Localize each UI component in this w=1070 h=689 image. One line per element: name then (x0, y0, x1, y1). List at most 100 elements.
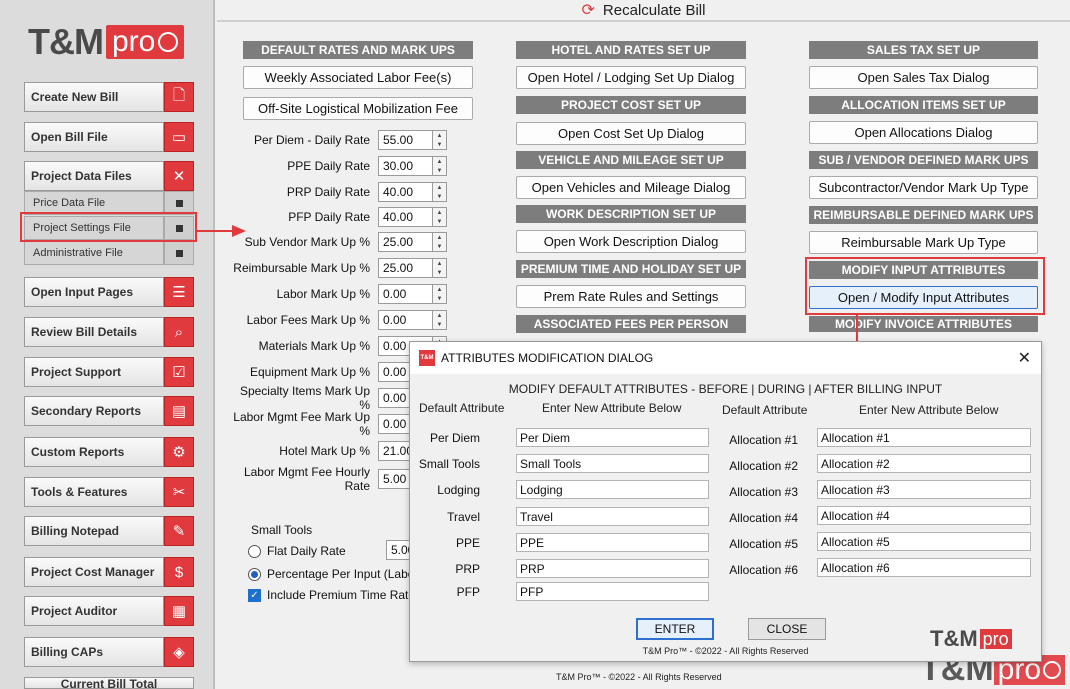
default-rates-header: DEFAULT RATES AND MARK UPS (243, 41, 473, 59)
spinner-arrows-icon[interactable]: ▲▼ (433, 130, 447, 150)
rate-row: Labor Mark Up % 0.00 ▲ ▼ (230, 284, 447, 304)
work-description-header: WORK DESCRIPTION SET UP (516, 205, 746, 223)
new-file-icon: 🗋 (164, 82, 194, 112)
rate-label: Equipment Mark Up % (249, 365, 370, 379)
secondary-reports-button[interactable]: Secondary Reports ▤ (24, 396, 194, 426)
tools-features-button[interactable]: Tools & Features ✂ (24, 477, 194, 507)
rate-label: PRP Daily Rate (286, 185, 370, 199)
flat-rate-input[interactable]: 5.00 (386, 540, 410, 560)
left-default-attribute-header: Default Attribute (419, 401, 505, 415)
rate-label: Per Diem - Daily Rate (253, 133, 370, 147)
rate-label: Labor Mgmt Fee Hourly Rate (243, 465, 370, 493)
report-icon: ▤ (164, 396, 194, 426)
allocation-label: Allocation #6 (729, 563, 798, 577)
subcontractor-markup-type-button[interactable]: Subcontractor/Vendor Mark Up Type (809, 176, 1038, 199)
open-hotel-lodging-button[interactable]: Open Hotel / Lodging Set Up Dialog (516, 66, 746, 89)
app-logo: T&M pro (28, 21, 185, 62)
custom-reports-button[interactable]: Custom Reports ⚙ (24, 437, 194, 467)
billing-caps-button[interactable]: Billing CAPs ◈ (24, 637, 194, 667)
spinner-arrows-icon[interactable]: ▲▼ (433, 156, 447, 176)
left-new-attribute-header: Enter New Attribute Below (542, 401, 682, 415)
rate-input[interactable]: 25.00 (378, 258, 433, 278)
allocation-input[interactable]: Allocation #4 (817, 506, 1031, 525)
attribute-input[interactable]: Per Diem (516, 428, 709, 447)
attribute-input[interactable]: Lodging (516, 480, 709, 499)
reimbursable-markup-type-button[interactable]: Reimbursable Mark Up Type (809, 231, 1038, 254)
rate-label: Labor Mark Up % (276, 287, 370, 301)
sub-vendor-markups-header: SUB / VENDOR DEFINED MARK UPS (809, 151, 1038, 169)
gear-icon: ⚙ (164, 437, 194, 467)
project-cost-header: PROJECT COST SET UP (516, 96, 746, 114)
allocation-input[interactable]: Allocation #3 (817, 480, 1031, 499)
clock-icon (1043, 660, 1062, 679)
notepad-icon: ✎ (164, 516, 194, 546)
include-premium-time-checkbox[interactable]: ✓ Include Premium Time Rate wi (248, 587, 430, 603)
attribute-label: Per Diem (429, 431, 480, 445)
allocation-input[interactable]: Allocation #1 (817, 428, 1031, 447)
dialog-subtitle: MODIFY DEFAULT ATTRIBUTES - BEFORE | DUR… (508, 382, 943, 396)
spinner-arrows-icon[interactable]: ▲▼ (433, 310, 447, 330)
rate-input[interactable]: 40.00 (378, 182, 433, 202)
recalculate-bill-bar[interactable]: ⟳ Recalculate Bill (217, 0, 1070, 22)
allocation-input[interactable]: Allocation #6 (817, 558, 1031, 577)
administrative-file-item[interactable]: Administrative File (24, 241, 194, 265)
close-button[interactable]: CLOSE (748, 618, 826, 640)
rate-input[interactable]: 30.00 (378, 156, 433, 176)
radio-selected[interactable] (248, 567, 261, 581)
open-cost-setup-button[interactable]: Open Cost Set Up Dialog (516, 122, 746, 145)
recalculate-bill-label: Recalculate Bill (602, 1, 706, 19)
spinner-arrows-icon[interactable]: ▲▼ (433, 232, 447, 252)
enter-button[interactable]: ENTER (636, 618, 714, 640)
attribute-input[interactable]: Travel (516, 507, 709, 526)
offsite-mobilization-button[interactable]: Off-Site Logistical Mobilization Fee (243, 97, 473, 120)
logo-pro-badge: pro (105, 25, 185, 59)
allocation-input[interactable]: Allocation #5 (817, 532, 1031, 551)
project-data-files-button[interactable]: Project Data Files ✕ (24, 161, 194, 191)
percentage-per-input-option[interactable]: Percentage Per Input (Labor T (248, 566, 429, 582)
close-icon[interactable]: ✕ (1018, 348, 1031, 368)
attribute-input[interactable]: PPE (516, 533, 709, 552)
layers-icon: ◈ (164, 637, 194, 667)
rate-input[interactable]: 55.00 (378, 130, 433, 150)
open-allocations-button[interactable]: Open Allocations Dialog (809, 121, 1038, 144)
attribute-label: Small Tools (418, 457, 480, 471)
attribute-input[interactable]: PRP (516, 559, 709, 578)
attribute-input[interactable]: PFP (516, 582, 709, 601)
reimbursable-markups-header: REIMBURSABLE DEFINED MARK UPS (809, 206, 1038, 224)
spinner-arrows-icon[interactable]: ▲▼ (433, 207, 447, 227)
rate-label: Labor Fees Mark Up % (246, 313, 370, 327)
rate-input[interactable]: 25.00 (378, 232, 433, 252)
project-auditor-button[interactable]: Project Auditor ▦ (24, 596, 194, 626)
hotel-rates-header: HOTEL AND RATES SET UP (516, 41, 746, 59)
review-bill-details-button[interactable]: Review Bill Details ⌕ (24, 317, 194, 347)
open-input-pages-button[interactable]: Open Input Pages ☰ (24, 277, 194, 307)
dialog-footer: T&M Pro™ - ©2022 - All Rights Reserved (642, 646, 809, 656)
project-support-button[interactable]: Project Support ☑ (24, 357, 194, 387)
weekly-labor-fee-button[interactable]: Weekly Associated Labor Fee(s) (243, 66, 473, 89)
spinner-arrows-icon[interactable]: ▲▼ (433, 182, 447, 202)
rate-label: Hotel Mark Up % (279, 444, 370, 458)
dialog-title: ATTRIBUTES MODIFICATION DIALOG (441, 351, 654, 365)
open-bill-file-button[interactable]: Open Bill File ▭ (24, 122, 194, 152)
checkmark-icon[interactable]: ✓ (248, 588, 261, 602)
open-work-description-button[interactable]: Open Work Description Dialog (516, 230, 746, 253)
attributes-modification-dialog: T&M ATTRIBUTES MODIFICATION DIALOG ✕ MOD… (409, 341, 1042, 662)
spinner-arrows-icon[interactable]: ▲▼ (433, 258, 447, 278)
open-sales-tax-button[interactable]: Open Sales Tax Dialog (809, 66, 1038, 89)
main-footer: T&M Pro™ - ©2022 - All Rights Reserved (556, 672, 722, 682)
attribute-label: Lodging (437, 483, 480, 497)
rate-input[interactable]: 0.00 (378, 310, 433, 330)
project-cost-manager-button[interactable]: Project Cost Manager $ (24, 557, 194, 587)
clock-icon (158, 32, 179, 52)
sidebar: T&M pro Create New Bill 🗋 Open Bill File… (0, 0, 215, 689)
prem-rate-rules-button[interactable]: Prem Rate Rules and Settings (516, 285, 746, 308)
attribute-input[interactable]: Small Tools (516, 454, 709, 473)
vehicle-mileage-header: VEHICLE AND MILEAGE SET UP (516, 151, 746, 169)
rate-input[interactable]: 40.00 (378, 207, 433, 227)
open-vehicles-mileage-button[interactable]: Open Vehicles and Mileage Dialog (516, 176, 746, 199)
allocation-input[interactable]: Allocation #2 (817, 454, 1031, 473)
billing-notepad-button[interactable]: Billing Notepad ✎ (24, 516, 194, 546)
spinner-arrows-icon[interactable]: ▲▼ (433, 284, 447, 304)
create-new-bill-button[interactable]: Create New Bill 🗋 (24, 82, 194, 112)
rate-input[interactable]: 0.00 (378, 284, 433, 304)
